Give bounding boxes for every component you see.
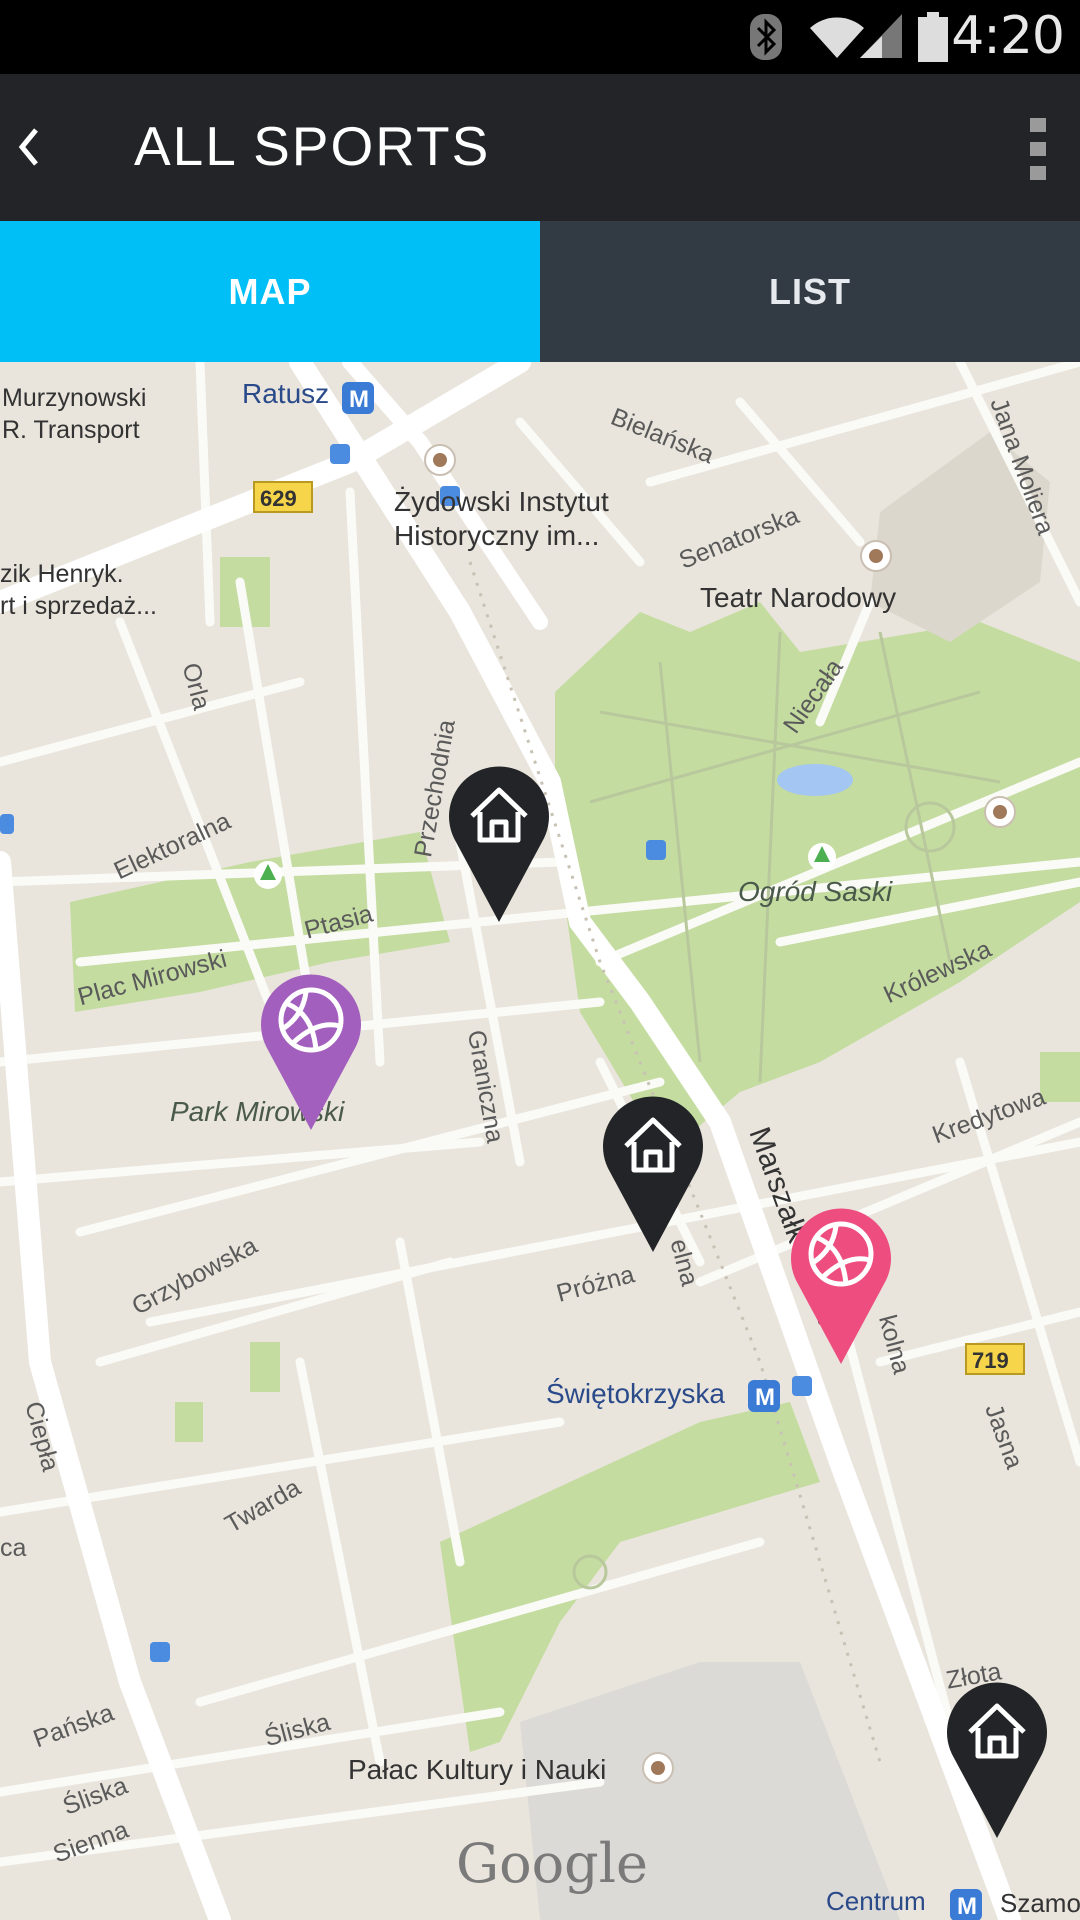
app-bar: ALL SPORTS (0, 74, 1080, 221)
overflow-menu-icon[interactable] (1026, 116, 1050, 182)
map-label: Żydowski Instytut (394, 486, 609, 517)
battery-icon (918, 12, 948, 62)
map-label: Pałac Kultury i Nauki (348, 1754, 607, 1785)
map-label: Teatr Narodowy (700, 582, 897, 613)
tab-bar: MAP LIST (0, 221, 1080, 362)
pond (777, 764, 853, 796)
tab-map[interactable]: MAP (0, 221, 540, 362)
map-label: Świętokrzyska (546, 1378, 725, 1409)
google-logo: Google (456, 1832, 648, 1895)
svg-text:M: M (755, 1384, 775, 1411)
map-label: Szamo (1000, 1888, 1080, 1918)
signal-icon (860, 14, 902, 58)
map-label: zik Henryk. (0, 560, 124, 588)
svg-text:M: M (957, 1893, 977, 1920)
back-arrow-icon[interactable] (8, 112, 48, 182)
tab-list[interactable]: LIST (540, 221, 1080, 362)
map-label: Centrum (826, 1886, 926, 1916)
bluetooth-icon (750, 14, 782, 60)
map-canvas: M M M (0, 362, 1080, 1920)
map-label: R. Transport (2, 416, 140, 444)
volleyball-pin[interactable] (258, 970, 364, 1132)
venue-pin[interactable] (944, 1678, 1050, 1840)
map-view[interactable]: MMM Murzynowski R. Transport Ratusz 629 … (0, 362, 1080, 1920)
map-label: Ratusz (242, 378, 330, 409)
page-title: ALL SPORTS (134, 115, 491, 177)
route-label: 629 (260, 486, 297, 511)
map-label: ca (0, 1534, 27, 1562)
map-label: Historyczny im... (394, 520, 600, 551)
map-label: rt i sprzedaż... (0, 592, 157, 620)
map-label: Murzynowski (2, 384, 147, 412)
map-label: Ogród Saski (738, 876, 893, 907)
volleyball-pin[interactable] (788, 1204, 894, 1366)
venue-pin[interactable] (600, 1092, 706, 1254)
status-bar: 4:20 (0, 0, 1080, 74)
status-time: 4:20 (951, 6, 1065, 66)
venue-pin[interactable] (446, 762, 552, 924)
svg-text:M: M (349, 386, 369, 413)
route-label: 719 (972, 1348, 1009, 1373)
